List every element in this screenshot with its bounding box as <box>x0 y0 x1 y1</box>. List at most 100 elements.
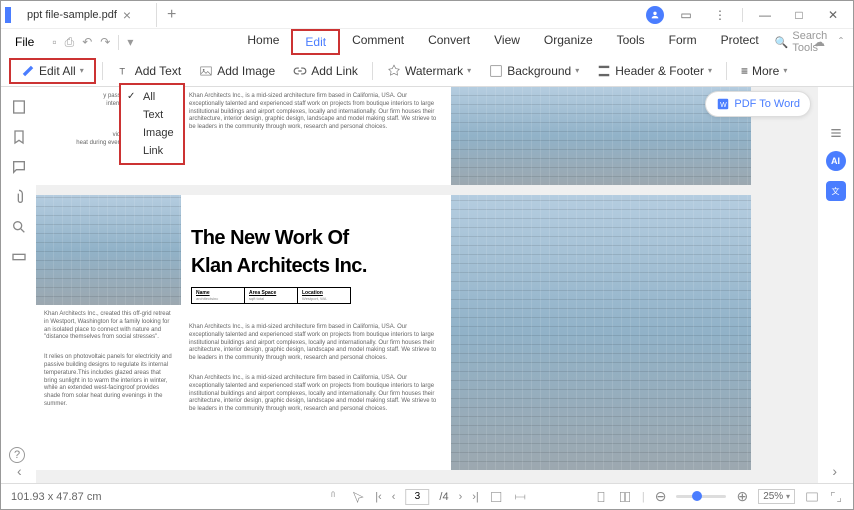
prev-page-icon[interactable]: ‹ <box>392 491 396 503</box>
building-image <box>36 195 181 305</box>
redo-icon[interactable]: ↷ <box>100 35 110 50</box>
tab-view[interactable]: View <box>482 29 532 55</box>
statusbar: 101.93 x 47.87 cm |‹ ‹ /4 › ›| | ⊖ ⊕ 25%… <box>1 483 853 509</box>
select-tool-icon[interactable] <box>351 490 365 504</box>
titlebar: ppt file-sample.pdf × + ▭ ⋮ — □ ✕ <box>1 1 853 29</box>
dropdown-item-image[interactable]: Image <box>121 124 183 142</box>
background-label: Background <box>507 64 571 78</box>
field-icon[interactable] <box>11 249 27 265</box>
fit-screen-icon[interactable] <box>805 490 819 504</box>
dropdown-item-text[interactable]: Text <box>121 106 183 124</box>
fullscreen-icon[interactable] <box>829 490 843 504</box>
left-sidebar <box>1 87 36 483</box>
tab-tools[interactable]: Tools <box>605 29 657 55</box>
add-text-button[interactable]: T Add Text <box>109 60 189 82</box>
ai-assistant-icon[interactable]: AI <box>826 151 846 171</box>
more-icon: ≡ <box>741 64 748 78</box>
user-avatar-icon[interactable] <box>646 6 664 24</box>
background-icon <box>489 64 503 78</box>
watermark-icon <box>387 64 401 78</box>
search-icon: 🔍 <box>775 36 789 49</box>
tab-convert[interactable]: Convert <box>416 29 482 55</box>
print-icon[interactable]: ⎙ <box>65 35 75 50</box>
image-icon <box>199 64 213 78</box>
edit-toolbar: Edit All ▾ T Add Text Add Image Add Link… <box>1 55 853 87</box>
tab-edit[interactable]: Edit <box>291 29 340 55</box>
watermark-label: Watermark <box>405 64 463 78</box>
svg-text:W: W <box>720 102 727 109</box>
minimize-button[interactable]: — <box>753 5 777 25</box>
next-arrow-icon[interactable]: › <box>832 463 837 479</box>
comment-icon[interactable] <box>11 159 27 175</box>
document-tab[interactable]: ppt file-sample.pdf × <box>17 3 157 27</box>
header-footer-button[interactable]: Header & Footer▾ <box>589 60 720 82</box>
settings-icon[interactable] <box>828 125 844 141</box>
undo-icon[interactable]: ↶ <box>82 35 92 50</box>
notification-icon[interactable]: ▭ <box>674 5 698 25</box>
edit-all-button[interactable]: Edit All ▾ <box>9 58 96 84</box>
page-heading: The New Work Of <box>181 221 451 255</box>
zoom-value[interactable]: 25% ▾ <box>758 489 795 504</box>
tab-form[interactable]: Form <box>657 29 709 55</box>
building-image <box>451 195 751 470</box>
watermark-button[interactable]: Watermark▾ <box>379 60 479 82</box>
view-single-icon[interactable] <box>594 490 608 504</box>
menubar: File ▫ ⎙ ↶ ↷ ▾ Home Edit Comment Convert… <box>1 29 853 55</box>
translate-icon[interactable]: 文 <box>826 181 846 201</box>
tab-title: ppt file-sample.pdf <box>27 9 117 21</box>
page-input[interactable] <box>405 489 429 505</box>
tab-close-icon[interactable]: × <box>123 7 131 23</box>
add-image-button[interactable]: Add Image <box>191 60 283 82</box>
expand-icon[interactable]: ˆ <box>839 35 843 49</box>
app-logo <box>5 7 11 23</box>
qat-icon[interactable]: ▾ <box>127 35 133 50</box>
page-total: /4 <box>439 491 448 503</box>
tab-organize[interactable]: Organize <box>532 29 605 55</box>
add-link-label: Add Link <box>311 64 358 78</box>
close-button[interactable]: ✕ <box>821 5 845 25</box>
view-continuous-icon[interactable] <box>618 490 632 504</box>
dimensions-label: 101.93 x 47.87 cm <box>11 491 102 503</box>
tab-comment[interactable]: Comment <box>340 29 416 55</box>
page-text: Khan Architects Inc., created this off-g… <box>36 305 181 348</box>
dropdown-item-all[interactable]: All <box>121 88 183 106</box>
first-page-icon[interactable]: |‹ <box>375 491 382 503</box>
cloud-icon[interactable]: ☁ <box>813 35 825 49</box>
more-icon[interactable]: ⋮ <box>708 5 732 25</box>
pencil-icon <box>21 64 35 78</box>
more-button[interactable]: ≡ More▾ <box>733 60 795 82</box>
add-link-button[interactable]: Add Link <box>285 60 366 82</box>
zoom-slider[interactable] <box>676 495 726 498</box>
right-sidebar: AI 文 <box>818 87 853 483</box>
tab-protect[interactable]: Protect <box>709 29 771 55</box>
zoom-out-icon[interactable]: ⊖ <box>655 488 667 505</box>
attachment-icon[interactable] <box>11 189 27 205</box>
save-icon[interactable]: ▫ <box>52 35 56 50</box>
svg-text:T: T <box>119 66 125 76</box>
add-image-label: Add Image <box>217 64 275 78</box>
new-tab-button[interactable]: + <box>157 6 186 24</box>
last-page-icon[interactable]: ›| <box>472 491 479 503</box>
fit-width-icon[interactable] <box>513 490 527 504</box>
maximize-button[interactable]: □ <box>787 5 811 25</box>
background-button[interactable]: Background▾ <box>481 60 587 82</box>
search-panel-icon[interactable] <box>11 219 27 235</box>
next-page-icon[interactable]: › <box>459 491 463 503</box>
file-menu[interactable]: File <box>9 35 40 49</box>
chevron-down-icon: ▾ <box>80 66 84 75</box>
bookmark-icon[interactable] <box>11 129 27 145</box>
thumbnails-icon[interactable] <box>11 99 27 115</box>
info-table: Namearchitectsinc Area Spacesqft total L… <box>191 287 351 304</box>
prev-arrow-icon[interactable]: ‹ <box>17 463 22 479</box>
hand-tool-icon[interactable] <box>327 490 341 504</box>
zoom-in-icon[interactable]: ⊕ <box>736 488 748 505</box>
fit-page-icon[interactable] <box>489 490 503 504</box>
page-text: Khan Architects Inc., is a mid-sized arc… <box>181 318 451 369</box>
dropdown-item-link[interactable]: Link <box>121 142 183 160</box>
tab-home[interactable]: Home <box>235 29 291 55</box>
header-footer-icon <box>597 64 611 78</box>
pdf-to-word-button[interactable]: W PDF To Word <box>705 91 811 117</box>
help-icon[interactable]: ? <box>9 447 25 463</box>
menu-tabs: Home Edit Comment Convert View Organize … <box>235 29 770 55</box>
edit-all-label: Edit All <box>39 64 76 78</box>
